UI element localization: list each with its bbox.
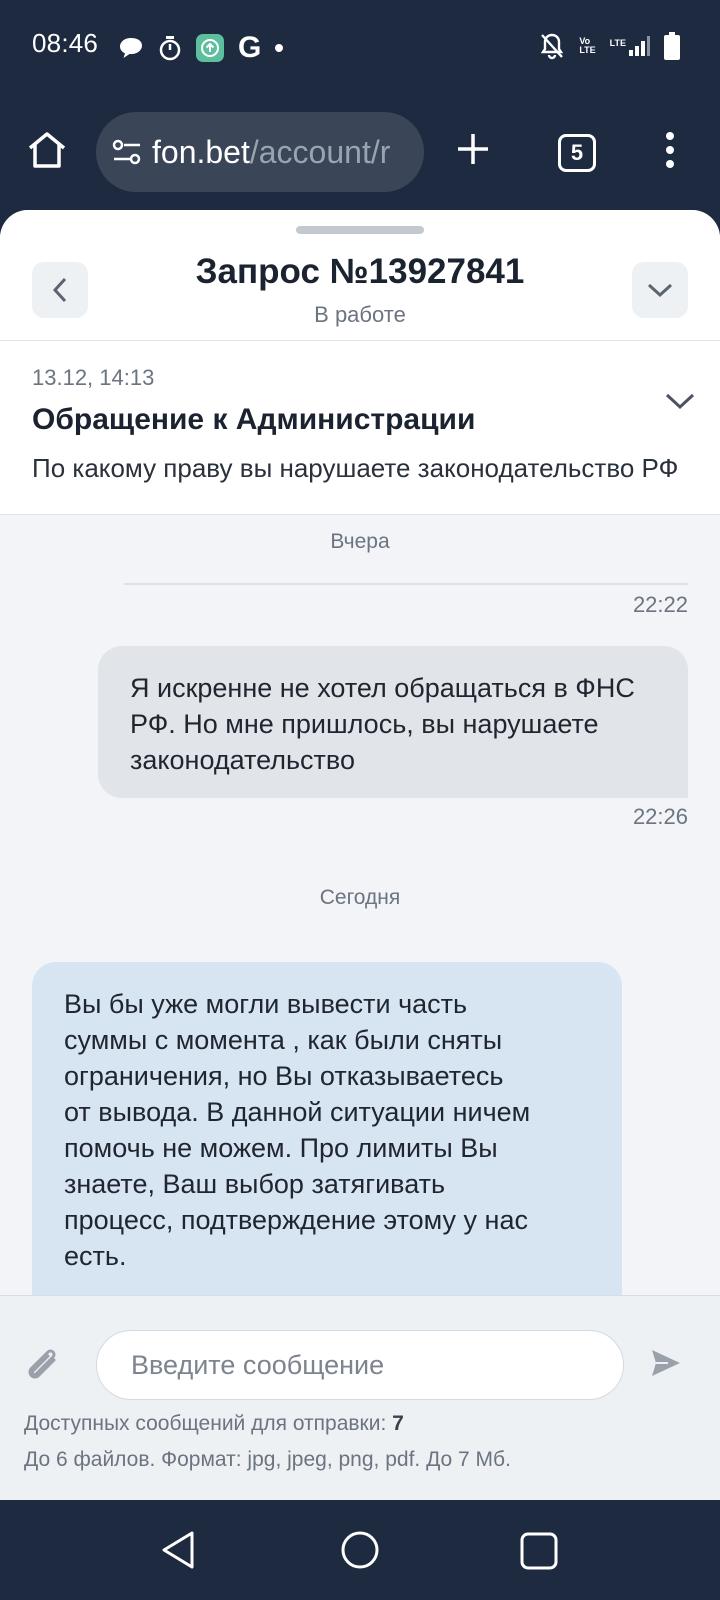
- more-notifications-dot: [275, 44, 284, 52]
- chat-bubble-icon: [118, 36, 144, 60]
- message-time: 22:22: [632, 592, 688, 617]
- send-icon[interactable]: [650, 1348, 682, 1378]
- nav-home-icon[interactable]: [340, 1530, 380, 1570]
- site-settings-icon[interactable]: [112, 139, 142, 165]
- url-text[interactable]: fon.bet/account/r: [152, 134, 407, 171]
- message-quota: Доступных сообщений для отправки: 7: [24, 1412, 404, 1436]
- compose-area: Доступных сообщений для отправки: 7 До 6…: [0, 1295, 720, 1500]
- url-bar[interactable]: fon.bet/account/r: [96, 112, 424, 192]
- google-icon: G: [238, 31, 262, 64]
- nav-back-icon[interactable]: [160, 1530, 196, 1570]
- day-divider-line: [124, 583, 688, 585]
- collapse-button[interactable]: [632, 262, 688, 318]
- expand-ticket-icon[interactable]: [664, 391, 696, 411]
- attachment-icon[interactable]: [22, 1346, 62, 1382]
- message-time: 22:26: [632, 804, 688, 829]
- battery-icon: [664, 32, 680, 60]
- day-separator-yesterday: Вчера: [330, 530, 390, 553]
- ticket-date: 13.12, 14:13: [32, 365, 155, 390]
- do-not-disturb-off-icon: [539, 32, 565, 60]
- request-status: В работе: [314, 302, 406, 327]
- volte-icon: Vo LTE: [579, 36, 596, 55]
- drag-handle[interactable]: [296, 226, 424, 234]
- nav-recents-icon[interactable]: [520, 1532, 558, 1570]
- browser-menu-icon[interactable]: [664, 132, 676, 168]
- ticket-subject: Обращение к Администрации: [32, 403, 476, 436]
- lte-signal-icon: LTE: [610, 36, 650, 56]
- browser-home-button[interactable]: [26, 130, 68, 170]
- timer-icon: [158, 35, 182, 61]
- ticket-summary[interactable]: 13.12, 14:13 Обращение к Администрации П…: [0, 341, 720, 515]
- upload-app-icon: [196, 34, 224, 62]
- chevron-down-icon: [647, 282, 673, 298]
- day-separator-today: Сегодня: [319, 886, 401, 909]
- request-header: Запрос №13927841 В работе: [0, 210, 720, 341]
- quota-count: 7: [392, 1412, 404, 1435]
- tab-switcher-button[interactable]: 5: [558, 134, 596, 172]
- notification-icons: G: [118, 31, 284, 64]
- support-request-sheet: Запрос №13927841 В работе 13.12, 14:13 О…: [0, 210, 720, 1500]
- system-navigation-bar: [0, 1500, 720, 1600]
- new-tab-button[interactable]: [456, 132, 490, 166]
- url-host: fon.bet: [152, 133, 250, 170]
- url-path: /account/r: [249, 133, 391, 170]
- status-time: 08:46: [32, 28, 99, 58]
- system-status-icons: Vo LTE LTE: [539, 32, 680, 60]
- message-input[interactable]: [96, 1330, 624, 1400]
- quota-label: Доступных сообщений для отправки:: [24, 1412, 393, 1435]
- file-limits-info: До 6 файлов. Формат: jpg, jpeg, png, pdf…: [24, 1448, 511, 1471]
- request-title: Запрос №13927841: [195, 252, 525, 291]
- incoming-message: Вы бы уже могли вывести часть суммы с мо…: [32, 962, 622, 1322]
- ticket-preview: По какому праву вы нарушаете законодател…: [32, 453, 679, 483]
- outgoing-message: Я искренне не хотел обращаться в ФНС РФ.…: [98, 646, 688, 798]
